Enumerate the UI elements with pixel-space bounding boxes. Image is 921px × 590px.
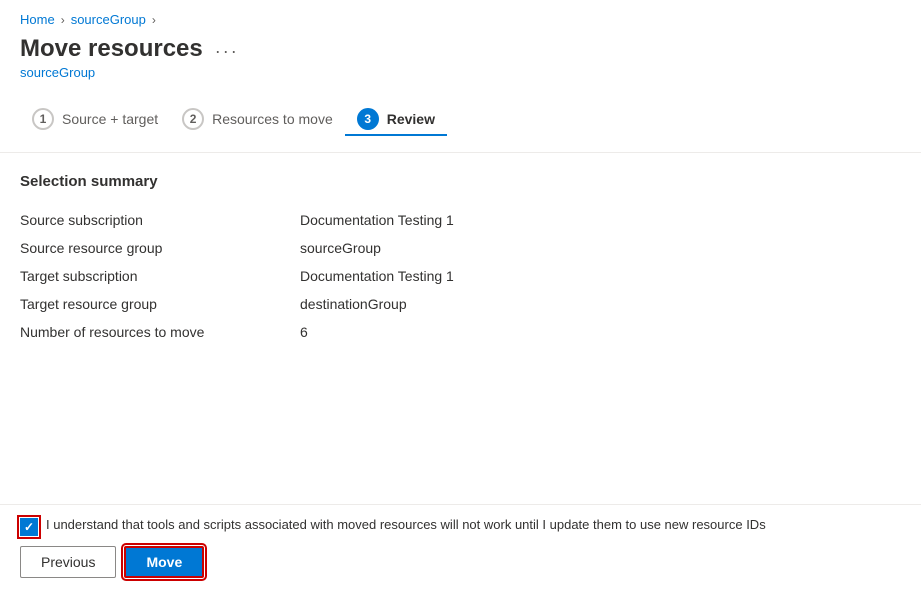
page-header: Move resources ··· (0, 31, 921, 65)
move-button[interactable]: Move (124, 546, 204, 578)
buttons-row: Previous Move (20, 546, 901, 578)
row-label-0: Source subscription (20, 206, 300, 234)
breadcrumb-home[interactable]: Home (20, 12, 55, 27)
breadcrumb: Home › sourceGroup › (0, 0, 921, 31)
step-3-label: Review (387, 111, 435, 127)
row-label-4: Number of resources to move (20, 318, 300, 346)
breadcrumb-source-group[interactable]: sourceGroup (71, 12, 146, 27)
row-label-1: Source resource group (20, 234, 300, 262)
main-content: Selection summary Source subscription Do… (0, 173, 921, 346)
checkmark-icon: ✓ (24, 521, 34, 533)
breadcrumb-sep-1: › (61, 13, 65, 27)
section-title: Selection summary (20, 173, 901, 190)
disclaimer-row: ✓ I understand that tools and scripts as… (20, 517, 901, 536)
summary-table: Source subscription Documentation Testin… (20, 206, 901, 346)
step-source-target[interactable]: 1 Source + target (20, 104, 170, 136)
subtitle-text: sourceGroup (20, 65, 95, 80)
row-value-3: destinationGroup (300, 290, 901, 318)
sub-header: sourceGroup (0, 65, 921, 96)
step-review[interactable]: 3 Review (345, 104, 447, 136)
wizard-steps: 1 Source + target 2 Resources to move 3 … (0, 96, 921, 153)
step-1-circle: 1 (32, 108, 54, 130)
table-row: Source subscription Documentation Testin… (20, 206, 901, 234)
step-2-circle: 2 (182, 108, 204, 130)
breadcrumb-sep-2: › (152, 13, 156, 27)
table-row: Number of resources to move 6 (20, 318, 901, 346)
step-2-label: Resources to move (212, 111, 333, 127)
page-title: Move resources (20, 35, 203, 63)
previous-button[interactable]: Previous (20, 546, 116, 578)
table-row: Source resource group sourceGroup (20, 234, 901, 262)
more-options-button[interactable]: ··· (215, 41, 239, 62)
disclaimer-text: I understand that tools and scripts asso… (46, 517, 766, 532)
step-1-label: Source + target (62, 111, 158, 127)
row-value-4: 6 (300, 318, 901, 346)
step-3-circle: 3 (357, 108, 379, 130)
row-value-2: Documentation Testing 1 (300, 262, 901, 290)
footer: ✓ I understand that tools and scripts as… (0, 504, 921, 590)
row-value-0: Documentation Testing 1 (300, 206, 901, 234)
disclaimer-checkbox[interactable]: ✓ (20, 518, 38, 536)
step-resources-to-move[interactable]: 2 Resources to move (170, 104, 345, 136)
row-label-2: Target subscription (20, 262, 300, 290)
table-row: Target resource group destinationGroup (20, 290, 901, 318)
table-row: Target subscription Documentation Testin… (20, 262, 901, 290)
row-value-1: sourceGroup (300, 234, 901, 262)
row-label-3: Target resource group (20, 290, 300, 318)
